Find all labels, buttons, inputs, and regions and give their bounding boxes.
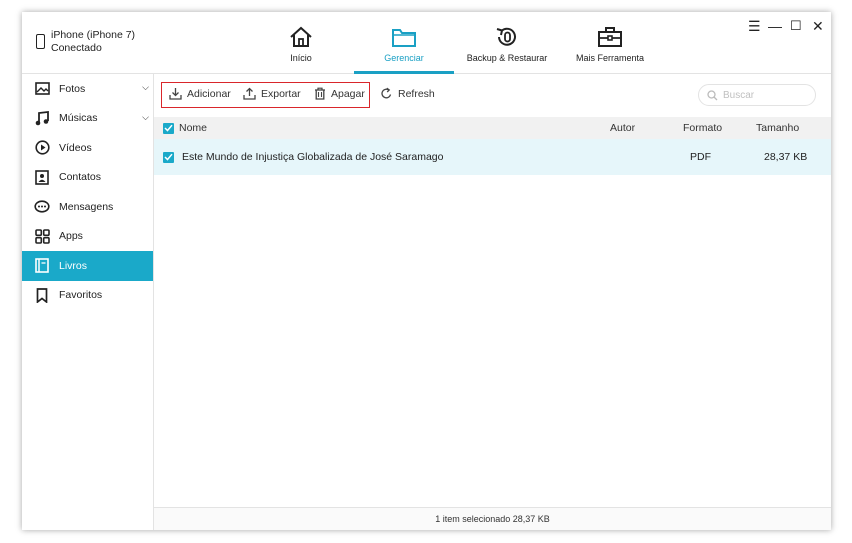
table-header: Nome Autor Formato Tamanho <box>154 117 831 139</box>
sidebar: Fotos ⌵ Músicas ⌵ Vídeos Contatos Mensag… <box>22 74 154 530</box>
cell-format: PDF <box>690 151 711 163</box>
sidebar-item-mensagens[interactable]: Mensagens <box>22 192 153 222</box>
books-icon <box>34 258 50 274</box>
chevron-down-icon[interactable]: ⌵ <box>142 112 149 123</box>
export-label: Exportar <box>261 87 301 100</box>
tab-backup-restaurar[interactable]: Backup & Restaurar <box>462 12 552 74</box>
minimize-icon[interactable]: — <box>768 18 782 34</box>
sidebar-item-contatos[interactable]: Contatos <box>22 163 153 193</box>
chevron-down-icon[interactable]: ⌵ <box>142 82 149 93</box>
bookmark-icon <box>34 287 50 303</box>
backup-restore-icon <box>494 24 520 50</box>
delete-button[interactable]: Apagar <box>314 87 365 100</box>
refresh-icon <box>381 87 392 99</box>
contacts-icon <box>34 169 50 185</box>
toolbar: Adicionar Exportar Apagar Refresh <box>154 74 831 117</box>
tab-label: Backup & Restaurar <box>466 53 548 63</box>
search-box[interactable] <box>698 84 816 106</box>
sidebar-item-label: Vídeos <box>59 141 92 154</box>
sidebar-item-label: Fotos <box>59 82 86 95</box>
column-header-size[interactable]: Tamanho <box>756 117 799 139</box>
column-header-format[interactable]: Formato <box>683 117 722 139</box>
sidebar-item-videos[interactable]: Vídeos <box>22 133 153 163</box>
phone-icon <box>36 34 45 49</box>
sidebar-item-musicas[interactable]: Músicas ⌵ <box>22 104 153 134</box>
sidebar-item-label: Apps <box>59 230 83 243</box>
trash-icon <box>315 87 325 100</box>
sidebar-item-label: Mensagens <box>59 200 114 213</box>
download-icon <box>169 88 182 100</box>
sidebar-item-favoritos[interactable]: Favoritos <box>22 281 153 311</box>
tab-label: Gerenciar <box>384 53 424 63</box>
search-icon <box>707 89 718 100</box>
tab-mais-ferramenta[interactable]: Mais Ferramenta <box>570 12 650 74</box>
home-icon <box>289 24 313 50</box>
top-bar: iPhone (iPhone 7) Conectado Início Geren… <box>22 12 831 74</box>
sidebar-item-label: Favoritos <box>59 289 103 302</box>
checkmark-icon <box>163 122 174 134</box>
tab-label: Início <box>290 53 312 63</box>
toolbox-icon <box>597 24 623 50</box>
music-icon <box>34 110 50 126</box>
folder-icon <box>391 24 417 50</box>
sidebar-item-livros[interactable]: Livros <box>22 251 153 281</box>
add-button[interactable]: Adicionar <box>169 87 231 100</box>
select-all-checkbox[interactable] <box>163 117 174 139</box>
device-name: iPhone (iPhone 7) <box>51 29 136 41</box>
close-icon[interactable]: ✕ <box>812 18 824 35</box>
row-checkbox[interactable] <box>163 139 174 175</box>
refresh-label: Refresh <box>398 87 435 100</box>
export-button[interactable]: Exportar <box>243 87 301 100</box>
sidebar-item-apps[interactable]: Apps <box>22 222 153 252</box>
add-label: Adicionar <box>187 87 231 100</box>
tab-inicio[interactable]: Início <box>276 12 326 74</box>
sidebar-item-fotos[interactable]: Fotos ⌵ <box>22 74 153 104</box>
messages-icon <box>34 199 50 215</box>
main-panel: Adicionar Exportar Apagar Refresh Buscar… <box>154 74 831 530</box>
device-status: Conectado <box>51 41 102 54</box>
tab-gerenciar[interactable]: Gerenciar <box>354 12 454 74</box>
sidebar-item-label: Livros <box>59 259 88 272</box>
checkmark-icon <box>163 151 174 163</box>
upload-icon <box>243 87 256 100</box>
refresh-button[interactable]: Refresh <box>380 87 435 100</box>
app-window: iPhone (iPhone 7) Conectado Início Geren… <box>22 12 831 530</box>
menu-icon[interactable]: ☰ <box>748 18 761 35</box>
cell-name: Este Mundo de Injustiça Globalizada de J… <box>182 151 444 163</box>
photo-icon <box>34 81 50 97</box>
sidebar-item-label: Contatos <box>59 171 102 184</box>
search-input[interactable] <box>723 89 808 101</box>
device-info: iPhone (iPhone 7) Conectado <box>36 29 135 54</box>
apps-icon <box>34 228 50 244</box>
delete-label: Apagar <box>331 87 365 100</box>
sidebar-item-label: Músicas <box>59 112 98 125</box>
status-text: 1 item selecionado 28,37 KB <box>435 514 550 524</box>
column-header-author[interactable]: Autor <box>610 117 635 139</box>
video-icon <box>34 140 50 156</box>
tab-label: Mais Ferramenta <box>575 53 645 63</box>
table-row[interactable]: Este Mundo de Injustiça Globalizada de J… <box>154 139 831 175</box>
column-header-name[interactable]: Nome <box>179 117 207 139</box>
maximize-icon[interactable]: ☐ <box>790 18 802 34</box>
status-bar: 1 item selecionado 28,37 KB <box>154 507 831 530</box>
cell-size: 28,37 KB <box>764 151 808 163</box>
